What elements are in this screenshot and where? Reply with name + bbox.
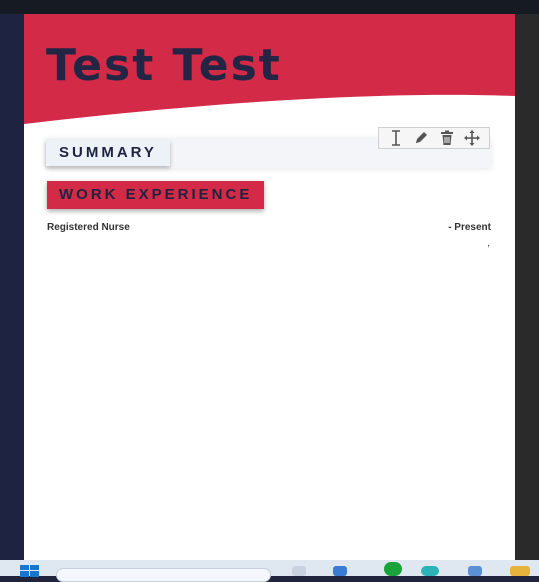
file-explorer-icon[interactable]	[292, 566, 306, 576]
job-location[interactable]: ,	[487, 238, 490, 249]
edge-icon[interactable]	[421, 566, 439, 576]
trash-icon[interactable]	[438, 129, 456, 147]
mail-icon[interactable]	[333, 566, 347, 576]
job-title[interactable]: Registered Nurse	[47, 222, 130, 233]
text-cursor-icon[interactable]	[387, 129, 405, 147]
windows-icon[interactable]	[20, 564, 40, 577]
move-icon[interactable]	[463, 129, 481, 147]
taskbar	[0, 560, 539, 582]
resume-name[interactable]: Test Test	[46, 40, 282, 91]
window-top-strip	[0, 0, 539, 14]
search-box[interactable]	[56, 568, 271, 582]
summary-heading[interactable]: SUMMARY	[46, 140, 170, 166]
left-background	[0, 14, 24, 560]
work-experience-heading[interactable]: WORK EXPERIENCE	[47, 181, 265, 209]
job-date[interactable]: - Present	[448, 222, 491, 233]
store-icon[interactable]	[468, 566, 482, 576]
right-background	[515, 14, 539, 560]
app-icon[interactable]	[384, 562, 402, 576]
pencil-icon[interactable]	[412, 129, 430, 147]
section-edit-toolbar	[378, 127, 490, 149]
resume-page: Test Test SUMMARY WORK EXPERIENCE Regist…	[24, 14, 515, 560]
folder-icon[interactable]	[510, 566, 530, 576]
